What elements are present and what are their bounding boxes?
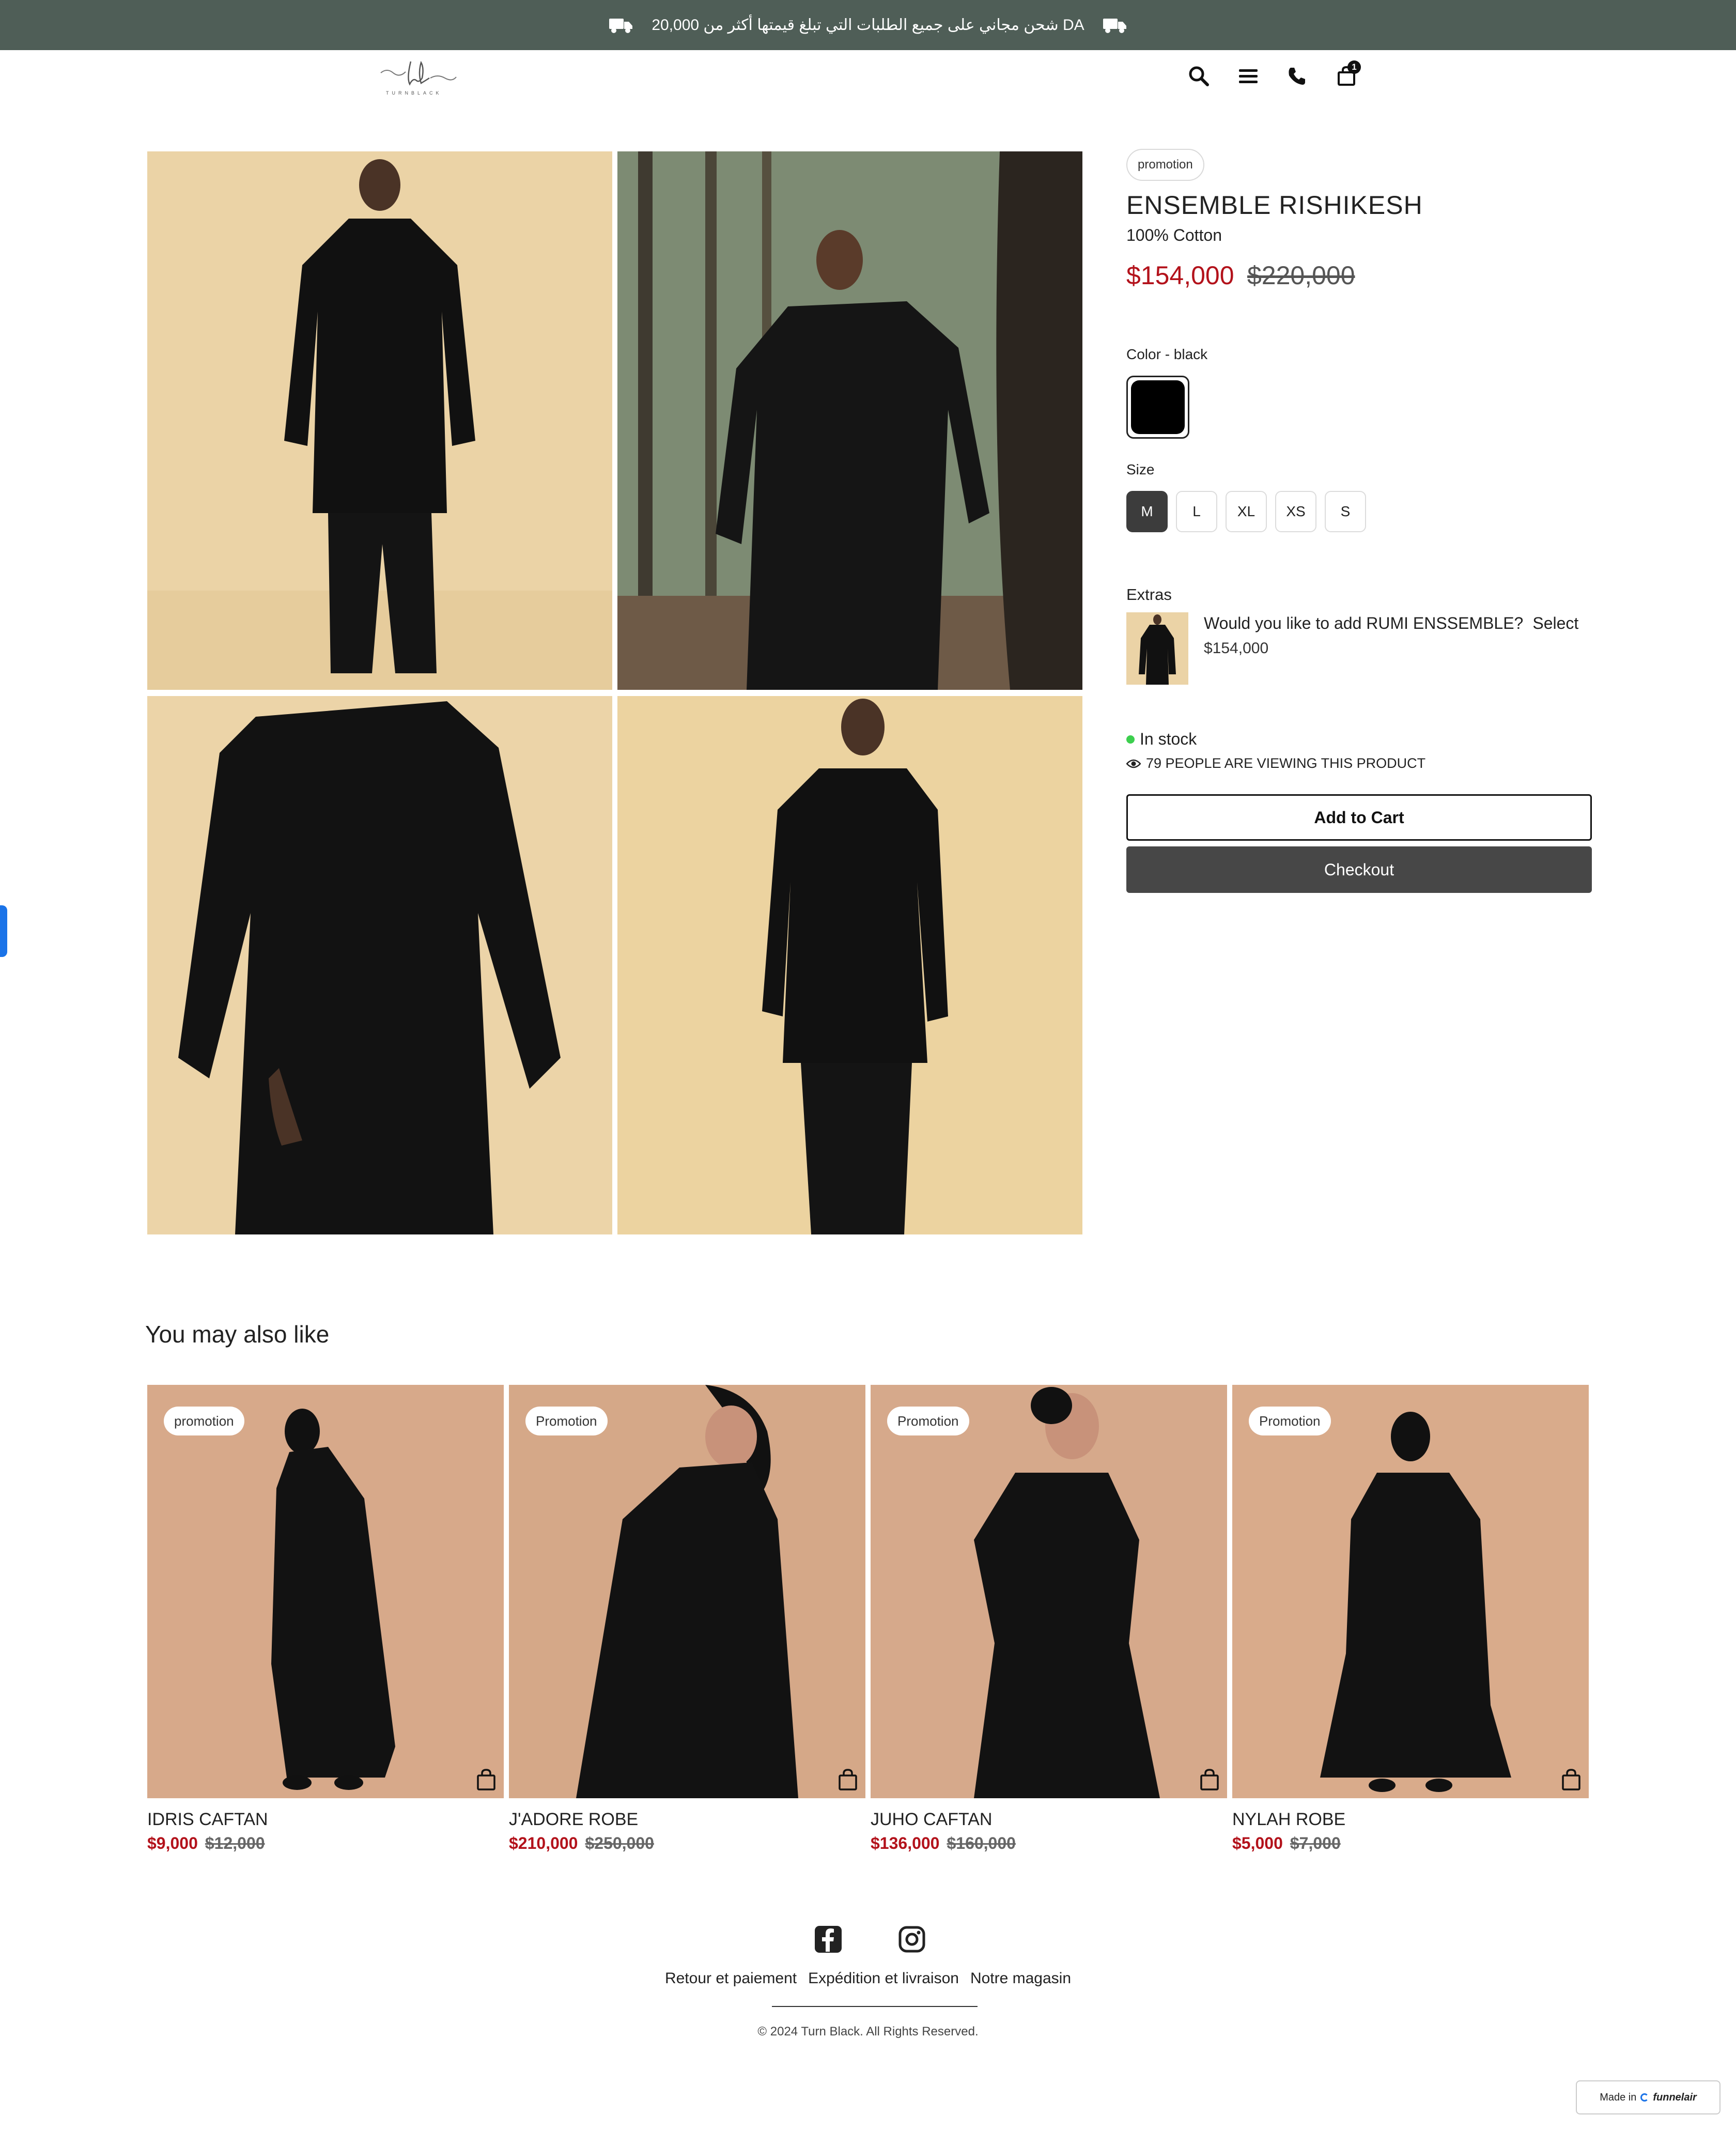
product-image-1[interactable]: [147, 151, 612, 690]
product-card-old-price: $250,000: [585, 1834, 654, 1852]
product-card-price: $210,000: [509, 1834, 578, 1852]
color-swatch-black[interactable]: [1126, 376, 1189, 439]
product-card-name[interactable]: IDRIS CAFTAN: [147, 1810, 504, 1830]
instagram-icon[interactable]: [897, 1925, 926, 1954]
menu-icon[interactable]: [1235, 63, 1262, 89]
cart-icon[interactable]: 1: [1333, 60, 1361, 89]
product-card-name[interactable]: NYLAH ROBE: [1232, 1810, 1589, 1830]
footer-links: Retour et paiement Expédition et livrais…: [0, 1970, 1736, 1987]
product-card-old-price: $12,000: [205, 1834, 265, 1852]
product-card-image[interactable]: Promotion: [509, 1385, 865, 1798]
size-option-xs[interactable]: XS: [1275, 491, 1316, 532]
announcement-bar: شحن مجاني على جميع الطلبات التي تبلغ قيم…: [0, 0, 1736, 50]
product-card-name[interactable]: J'ADORE ROBE: [509, 1810, 865, 1830]
extra-price: $154,000: [1204, 640, 1269, 657]
product-card-name[interactable]: JUHO CAFTAN: [871, 1810, 1227, 1830]
size-label: Size: [1126, 461, 1155, 477]
size-option-l[interactable]: L: [1176, 491, 1217, 532]
product-card-image[interactable]: promotion: [147, 1385, 504, 1798]
product-card-old-price: $7,000: [1290, 1834, 1341, 1852]
facebook-icon[interactable]: [814, 1925, 843, 1954]
product-card-price: $5,000: [1232, 1834, 1283, 1852]
footer-divider: [772, 2006, 978, 2007]
copyright: © 2024 Turn Black. All Rights Reserved.: [757, 2025, 979, 2039]
in-stock-dot-icon: [1126, 735, 1135, 744]
size-selector: M L XL XS S: [1126, 491, 1366, 532]
footer-link-store[interactable]: Notre magasin: [970, 1970, 1071, 1987]
product-card-prices: $5,000 $7,000: [1232, 1834, 1589, 1853]
color-label: Color - black: [1126, 346, 1208, 362]
size-option-s[interactable]: S: [1325, 491, 1366, 532]
product-card-old-price: $160,000: [947, 1834, 1016, 1852]
viewers-text: 79 PEOPLE ARE VIEWING THIS PRODUCT: [1146, 755, 1426, 771]
size-option-xl[interactable]: XL: [1226, 491, 1267, 532]
promotion-badge: Promotion: [525, 1407, 608, 1435]
promotion-badge: Promotion: [1249, 1407, 1331, 1435]
product-card-image[interactable]: Promotion: [1232, 1385, 1589, 1798]
svg-text:TURNBLACK: TURNBLACK: [386, 90, 442, 96]
made-in-brand: funnelair: [1653, 2091, 1697, 2103]
extra-product-thumbnail: [1126, 612, 1188, 685]
product-image-4[interactable]: [617, 696, 1082, 1234]
truck-icon: [609, 18, 633, 33]
product-card-price: $136,000: [871, 1834, 940, 1852]
product-card[interactable]: Promotion J'ADORE ROBE $210,000 $250,000: [509, 1385, 865, 1853]
extra-question: Would you like to add RUMI ENSSEMBLE?: [1204, 614, 1524, 632]
viewers-count: 79 PEOPLE ARE VIEWING THIS PRODUCT: [1126, 755, 1425, 771]
extra-select-link[interactable]: Select: [1532, 614, 1578, 632]
product-price: $154,000: [1126, 261, 1234, 290]
product-subtitle: 100% Cotton: [1126, 226, 1222, 244]
product-card[interactable]: Promotion NYLAH ROBE $5,000 $7,000: [1232, 1385, 1589, 1853]
side-feedback-tab[interactable]: [0, 905, 7, 957]
product-image-3[interactable]: [147, 696, 612, 1234]
add-to-cart-button[interactable]: Add to Cart: [1126, 794, 1592, 841]
search-icon[interactable]: [1185, 63, 1212, 89]
footer-link-shipping[interactable]: Expédition et livraison: [808, 1970, 959, 1987]
extras-label: Extras: [1126, 585, 1172, 604]
made-in-text: Made in: [1600, 2091, 1637, 2103]
add-to-bag-icon[interactable]: [476, 1768, 497, 1791]
related-section-title: You may also like: [145, 1321, 330, 1348]
brand-logo[interactable]: TURNBLACK: [380, 57, 457, 97]
product-image-2[interactable]: [617, 151, 1082, 690]
checkout-button[interactable]: Checkout: [1126, 846, 1592, 893]
promotion-badge: promotion: [1126, 149, 1204, 181]
add-to-bag-icon[interactable]: [838, 1768, 858, 1791]
made-in-badge[interactable]: Made in funnelair: [1576, 2080, 1721, 2114]
product-card-price: $9,000: [147, 1834, 198, 1852]
extra-offer: Would you like to add RUMI ENSSEMBLE? Sel…: [1204, 614, 1578, 633]
phone-icon[interactable]: [1283, 63, 1310, 89]
size-option-m[interactable]: M: [1126, 491, 1168, 532]
site-header: TURNBLACK 1: [0, 50, 1736, 102]
product-card[interactable]: Promotion JUHO CAFTAN $136,000 $160,000: [871, 1385, 1227, 1853]
stock-text: In stock: [1140, 730, 1197, 748]
funnelair-logo-icon: [1640, 2093, 1649, 2102]
product-card[interactable]: promotion IDRIS CAFTAN $9,000 $12,000: [147, 1385, 504, 1853]
promotion-badge: promotion: [164, 1407, 244, 1435]
add-to-bag-icon[interactable]: [1561, 1768, 1582, 1791]
promotion-badge: Promotion: [887, 1407, 969, 1435]
truck-icon: [1103, 18, 1126, 33]
stock-status: In stock: [1126, 730, 1197, 749]
product-card-image[interactable]: Promotion: [871, 1385, 1227, 1798]
footer-link-returns[interactable]: Retour et paiement: [665, 1970, 797, 1987]
eye-icon: [1126, 759, 1141, 768]
product-card-prices: $136,000 $160,000: [871, 1834, 1227, 1853]
product-title: ENSEMBLE RISHIKESH: [1126, 191, 1423, 220]
product-old-price: $220,000: [1247, 261, 1355, 290]
add-to-bag-icon[interactable]: [1199, 1768, 1220, 1791]
cart-count-badge: 1: [1347, 60, 1361, 74]
product-card-prices: $9,000 $12,000: [147, 1834, 504, 1853]
announcement-text: شحن مجاني على جميع الطلبات التي تبلغ قيم…: [652, 17, 1084, 34]
product-card-prices: $210,000 $250,000: [509, 1834, 865, 1853]
